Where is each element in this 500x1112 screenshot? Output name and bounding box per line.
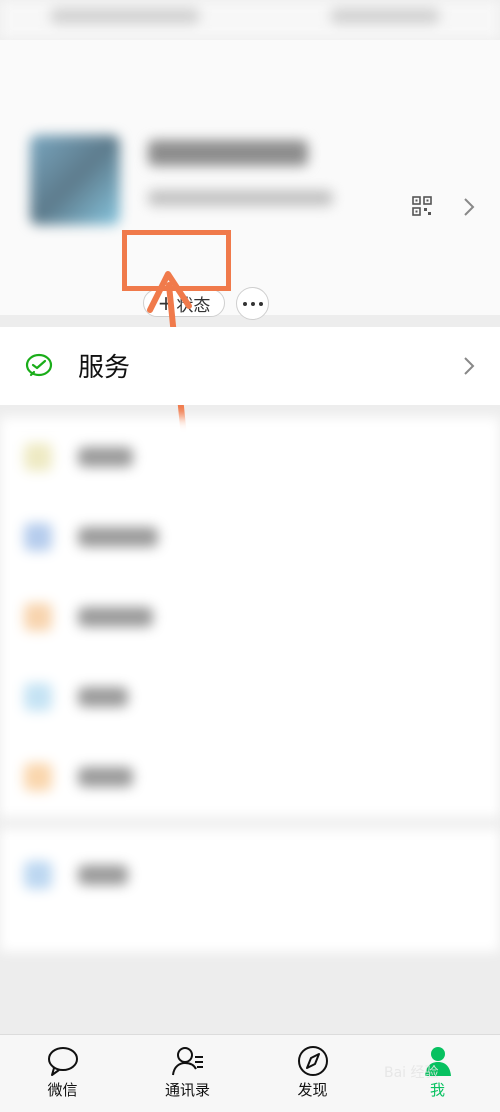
menu-list-blurred — [0, 417, 500, 952]
highlight-annotation-box — [122, 230, 231, 291]
wechat-id-blurred — [148, 190, 333, 206]
list-item-label-blurred — [78, 607, 153, 627]
chat-bubble-icon — [47, 1047, 78, 1076]
qr-code-icon[interactable] — [412, 196, 432, 216]
list-item-label-blurred — [78, 447, 133, 467]
status-bar — [0, 0, 500, 40]
nickname-blurred — [148, 140, 308, 166]
tab-discover[interactable]: 发现 — [250, 1035, 375, 1112]
add-status-button[interactable]: + 状态 — [143, 289, 225, 317]
chevron-right-icon[interactable] — [462, 197, 476, 217]
list-item-icon — [24, 763, 52, 791]
contacts-icon — [171, 1047, 203, 1076]
more-dot-icon — [250, 301, 255, 306]
status-bar-left-blur — [50, 8, 200, 24]
list-item-icon — [24, 523, 52, 551]
list-item[interactable] — [0, 577, 500, 657]
list-item[interactable] — [0, 737, 500, 817]
tab-label: 我 — [429, 1081, 445, 1099]
tab-label: 通讯录 — [164, 1081, 210, 1099]
watermark: Bai 经验 — [384, 1065, 439, 1081]
list-item[interactable] — [0, 657, 500, 737]
list-item-icon — [24, 443, 52, 471]
list-item[interactable] — [0, 835, 500, 915]
plus-icon: + — [157, 291, 175, 315]
wechat-pay-icon — [25, 353, 53, 377]
list-item-label-blurred — [78, 527, 158, 547]
services-label: 服务 — [78, 353, 131, 383]
list-item-icon — [24, 683, 52, 711]
tab-contacts[interactable]: 通讯录 — [125, 1035, 250, 1112]
tab-label: 发现 — [297, 1081, 328, 1099]
list-item[interactable] — [0, 497, 500, 577]
avatar[interactable] — [30, 135, 120, 225]
list-item[interactable] — [0, 417, 500, 497]
status-button-label: 状态 — [176, 295, 211, 316]
tab-chats[interactable]: 微信 — [0, 1035, 125, 1112]
list-item-label-blurred — [78, 767, 133, 787]
more-dot-icon — [242, 301, 247, 306]
chevron-right-icon — [464, 357, 475, 375]
more-dot-icon — [258, 301, 263, 306]
list-item-label-blurred — [78, 865, 128, 885]
list-item-label-blurred — [78, 687, 128, 707]
status-bar-right-blur — [330, 8, 440, 24]
more-options-button[interactable] — [236, 287, 269, 320]
list-divider — [0, 817, 500, 829]
profile-header[interactable]: + 状态 — [0, 40, 500, 320]
list-item-icon — [24, 861, 52, 889]
services-row[interactable]: 服务 — [0, 327, 500, 405]
list-item-icon — [24, 603, 52, 631]
tab-label: 微信 — [47, 1081, 78, 1099]
compass-icon — [297, 1046, 328, 1076]
